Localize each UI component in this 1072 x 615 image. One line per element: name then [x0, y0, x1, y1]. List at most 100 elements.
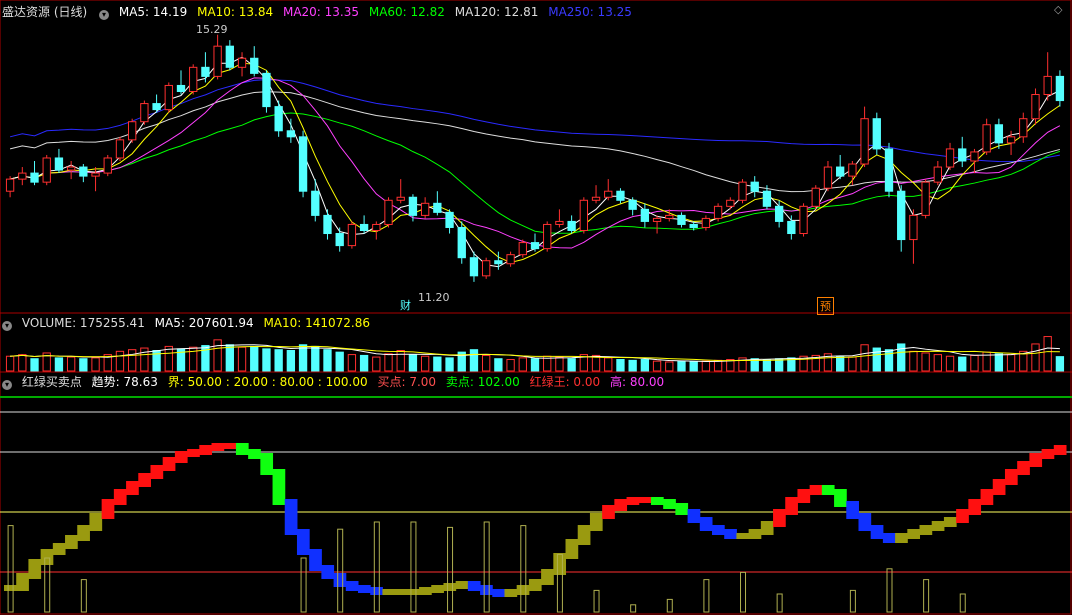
candle-body	[1043, 75, 1052, 96]
indicator-bar	[1017, 461, 1030, 475]
indicator-bar	[773, 509, 786, 527]
candle-body	[726, 199, 735, 207]
finance-tag[interactable]: 财	[398, 297, 413, 313]
indicator-bar	[809, 485, 823, 495]
candle-body	[591, 196, 601, 201]
indicator-spike	[630, 604, 637, 613]
candle-body	[91, 172, 100, 177]
candle-body	[359, 223, 369, 232]
ma250-legend: MA250: 13.25	[548, 5, 632, 19]
volume-bar	[359, 354, 369, 372]
candle-body	[286, 130, 296, 138]
indicator-bar	[309, 549, 322, 571]
volume-bar	[115, 350, 125, 372]
indicator-bar	[577, 525, 591, 545]
indicator-spike	[740, 571, 747, 613]
volume-bar	[445, 357, 454, 372]
candle-body	[640, 208, 650, 222]
chart-canvas	[0, 0, 1072, 615]
indicator-bar	[589, 513, 603, 531]
indicator-bar	[296, 529, 310, 555]
candle-body	[274, 106, 283, 132]
volume-bar	[347, 354, 357, 372]
indicator-bar	[675, 503, 689, 515]
indicator-bar	[77, 525, 90, 541]
indicator-bar	[4, 585, 17, 591]
indicator-bar	[358, 585, 371, 593]
indicator-bar	[553, 553, 567, 575]
candle-body	[433, 202, 442, 213]
indicator-spike	[776, 593, 783, 613]
indicator-bar	[480, 585, 493, 595]
diamond-icon[interactable]: ◇	[1054, 3, 1062, 16]
volume-bar	[298, 344, 308, 372]
candle-body	[103, 157, 112, 174]
candle-body	[420, 202, 430, 216]
volume-bar	[567, 358, 576, 372]
indicator-bar	[712, 525, 725, 535]
volume-bar	[701, 360, 711, 372]
ma5-legend: MA5: 14.19	[118, 5, 188, 19]
candle-body	[628, 199, 637, 210]
volume-ma10: MA10: 141072.86	[263, 316, 371, 330]
volume-bar	[1031, 343, 1040, 372]
volume-title: VOLUME: 175255.41	[21, 316, 145, 330]
bound-value: 界: 50.00 : 20.00 : 80.00 : 100.00	[167, 375, 368, 389]
candle-body	[54, 157, 64, 171]
indicator-bar	[968, 499, 982, 515]
indicator-bar	[943, 517, 957, 527]
volume-bar	[335, 351, 344, 372]
candle-body	[457, 226, 466, 259]
indicator-bar	[785, 497, 798, 515]
indicator-bar	[541, 569, 554, 585]
volume-bar	[665, 361, 674, 372]
indicator-bar	[248, 449, 261, 459]
indicator-bar	[419, 587, 432, 595]
indicator-bar	[370, 587, 383, 595]
indicator-spike	[7, 525, 14, 613]
volume-bar	[945, 355, 955, 372]
candle-body	[982, 124, 991, 153]
collapse-icon[interactable]: ▾	[99, 10, 110, 20]
indicator-bar	[492, 589, 505, 597]
candle-body	[750, 181, 759, 192]
indicator-bar	[284, 499, 298, 535]
indicator-bar	[699, 517, 713, 531]
volume-bar	[884, 349, 894, 372]
indicator-spike	[923, 579, 930, 613]
stock-chart-window: { "colors":{"up":"#ff3030","down":"#54ff…	[0, 0, 1072, 615]
candle-body	[738, 181, 747, 201]
volume-bar	[433, 356, 442, 372]
indicator-bar	[638, 497, 652, 503]
indicator-bar	[394, 589, 408, 595]
indicator-bar	[272, 469, 286, 505]
candle-body	[335, 233, 344, 247]
volume-bar	[262, 348, 271, 372]
indicator-bar	[443, 583, 457, 591]
indicator-bar	[467, 581, 481, 591]
collapse-icon[interactable]: ▾	[2, 380, 12, 390]
candle-body	[372, 223, 381, 232]
candle-body	[897, 190, 906, 241]
collapse-icon[interactable]: ▾	[2, 321, 12, 331]
indicator-bar	[211, 443, 225, 451]
volume-bar	[604, 357, 613, 372]
candle-body	[884, 148, 894, 192]
candle-body	[799, 205, 808, 235]
indicator-bar	[187, 449, 200, 457]
candle-body	[921, 181, 930, 216]
volume-bar	[628, 359, 637, 372]
indicator-bar	[1053, 445, 1067, 455]
volume-bar	[616, 359, 625, 372]
indicator-bar	[797, 489, 811, 503]
indicator-bar	[199, 445, 213, 455]
forecast-tag[interactable]: 预	[817, 297, 834, 315]
volume-bar	[836, 355, 845, 372]
candle-body	[201, 66, 210, 77]
candle-body	[408, 196, 418, 216]
candle-body	[1031, 94, 1040, 120]
indicator-bar	[138, 473, 151, 487]
indicator-bar	[931, 521, 945, 531]
candle-body	[860, 118, 869, 165]
ma20-legend: MA20: 13.35	[282, 5, 360, 19]
